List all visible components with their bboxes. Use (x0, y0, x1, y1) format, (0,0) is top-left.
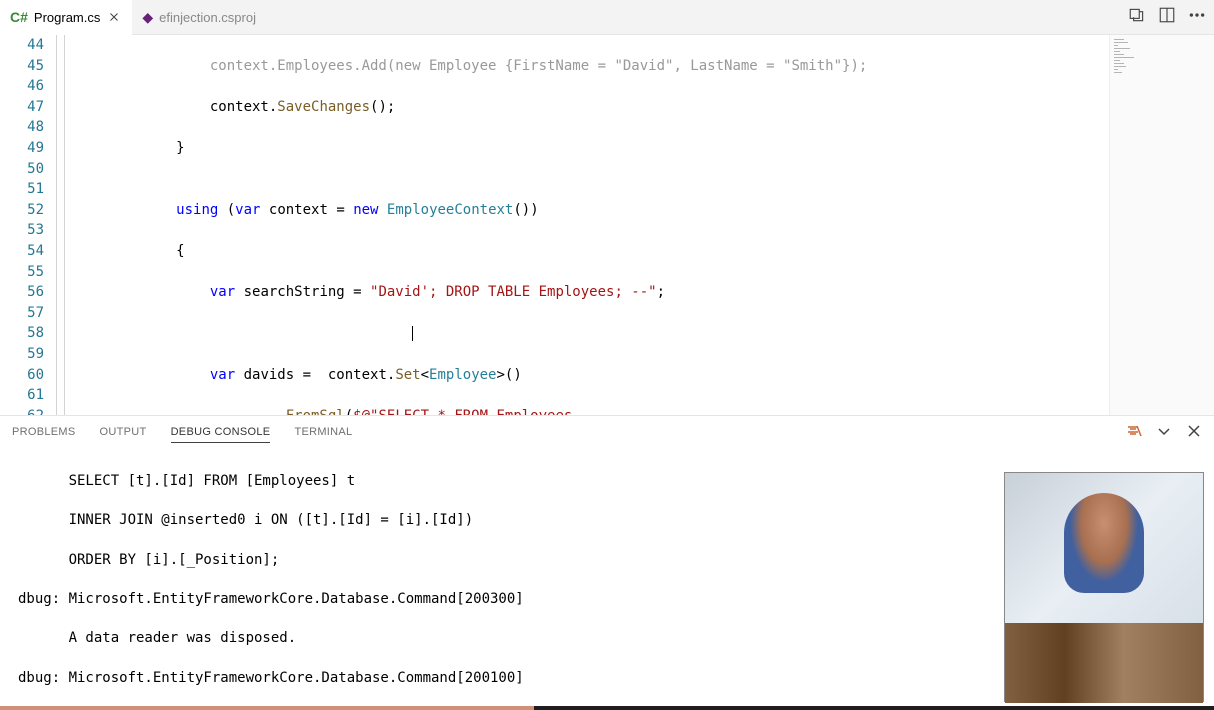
code-line: var searchString = "David'; DROP TABLE E… (75, 282, 1106, 303)
editor-title-actions (1128, 6, 1206, 29)
line-number: 56 (0, 282, 44, 303)
text-cursor (412, 326, 413, 341)
tab-efinjection-csproj[interactable]: ◆ efinjection.csproj (132, 0, 266, 35)
more-actions-icon[interactable] (1188, 6, 1206, 29)
code-line: .FromSql($@"SELECT * FROM Employees (75, 406, 1106, 415)
panel-actions (1126, 423, 1202, 442)
code-line: } (75, 138, 1106, 159)
panel-tab-bar: PROBLEMS OUTPUT DEBUG CONSOLE TERMINAL (0, 416, 1214, 448)
line-number: 62 (0, 406, 44, 415)
line-number: 54 (0, 241, 44, 262)
code-line (75, 323, 1106, 344)
webcam-overlay[interactable] (1004, 472, 1204, 702)
code-line: { (75, 241, 1106, 262)
close-panel-icon[interactable] (1186, 423, 1202, 442)
code-editor[interactable]: 44 45 46 47 48 49 50 51 52 53 54 55 56 5… (0, 35, 1214, 415)
tab-problems[interactable]: PROBLEMS (12, 422, 76, 442)
line-number: 60 (0, 365, 44, 386)
clear-console-icon[interactable] (1126, 423, 1142, 442)
line-number: 46 (0, 76, 44, 97)
code-line: using (var context = new EmployeeContext… (75, 200, 1106, 221)
line-number: 55 (0, 262, 44, 283)
line-number: 49 (0, 138, 44, 159)
code-line: context.Employees.Add(new Employee {Firs… (75, 58, 867, 74)
editor-tab-bar: C# Program.cs ◆ efinjection.csproj (0, 0, 1214, 35)
line-number: 44 (0, 35, 44, 56)
line-number: 50 (0, 159, 44, 180)
line-number: 52 (0, 200, 44, 221)
code-line: var davids = context.Set<Employee>() (75, 365, 1106, 386)
line-number: 59 (0, 344, 44, 365)
csproj-icon: ◆ (142, 9, 153, 26)
webcam-feed-top (1005, 473, 1203, 623)
collapse-icon[interactable] (1156, 423, 1172, 442)
video-progress-bar[interactable] (0, 706, 1214, 710)
webcam-feed-bottom (1005, 623, 1203, 703)
split-editor-icon[interactable] (1158, 6, 1176, 29)
tab-label: efinjection.csproj (159, 10, 256, 25)
line-number: 53 (0, 220, 44, 241)
person-silhouette (1064, 493, 1144, 593)
video-progress-fill (0, 706, 534, 710)
line-number: 57 (0, 303, 44, 324)
line-number: 51 (0, 179, 44, 200)
line-number: 47 (0, 97, 44, 118)
compare-changes-icon[interactable] (1128, 6, 1146, 29)
minimap-preview: ▬▬▬▬▬▬▬▬▬▬▬▬▬▬▬▬▬▬▬▬▬▬▬▬▬▬▬▬▬▬▬▬▬▬▬▬▬▬▬▬… (1110, 35, 1214, 79)
line-number: 61 (0, 385, 44, 406)
csharp-icon: C# (10, 9, 28, 25)
tab-label: Program.cs (34, 10, 100, 25)
minimap[interactable]: ▬▬▬▬▬▬▬▬▬▬▬▬▬▬▬▬▬▬▬▬▬▬▬▬▬▬▬▬▬▬▬▬▬▬▬▬▬▬▬▬… (1109, 35, 1214, 415)
close-icon[interactable] (106, 9, 122, 25)
line-number: 48 (0, 117, 44, 138)
code-content[interactable]: context.Employees.Add(new Employee {Firs… (75, 35, 1106, 415)
line-number: 45 (0, 56, 44, 77)
tab-output[interactable]: OUTPUT (100, 422, 147, 442)
fold-guides (52, 35, 75, 415)
line-number: 58 (0, 323, 44, 344)
code-line: context.SaveChanges(); (75, 97, 1106, 118)
line-gutter: 44 45 46 47 48 49 50 51 52 53 54 55 56 5… (0, 35, 52, 415)
tab-program-cs[interactable]: C# Program.cs (0, 0, 132, 35)
tab-terminal[interactable]: TERMINAL (294, 422, 352, 442)
tab-debug-console[interactable]: DEBUG CONSOLE (171, 422, 271, 443)
